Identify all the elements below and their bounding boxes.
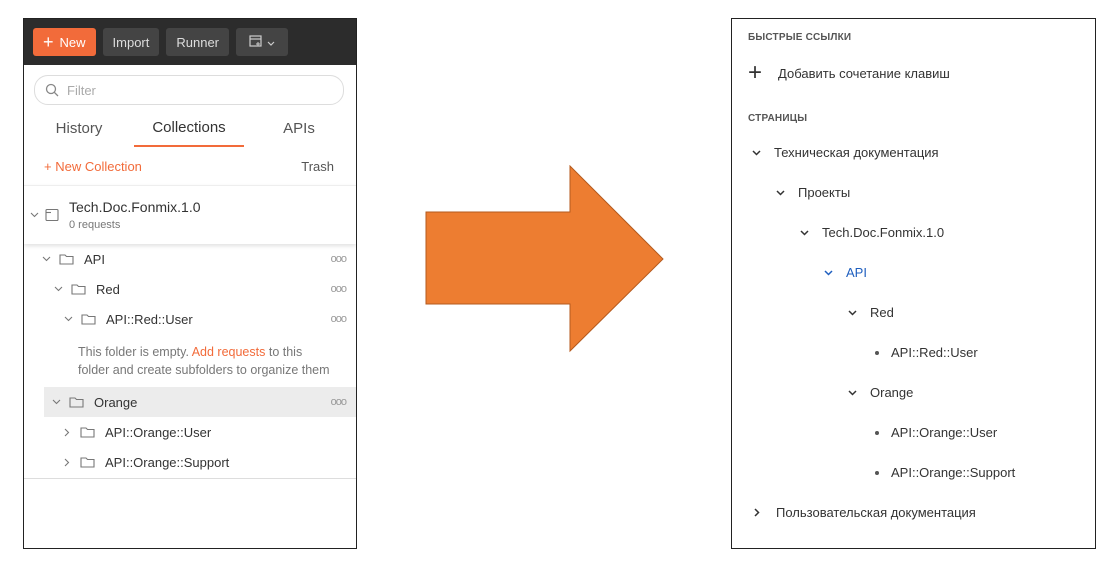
tree-item-orange-support[interactable]: API::Orange::Support [875,465,1015,480]
more-options-icon[interactable]: ooo [331,313,347,325]
folder-icon [80,426,95,438]
folder-row-orange[interactable]: Orange ooo [44,387,356,417]
filter-placeholder: Filter [67,82,96,98]
tree-item-label: API::Orange::User [891,425,998,440]
import-button[interactable]: Import [102,28,160,56]
add-shortcut-button[interactable]: + Добавить сочетание клавиш [748,61,950,85]
chevron-down-icon[interactable] [752,149,768,156]
divider [24,478,356,479]
filter-input[interactable]: Filter [34,75,344,105]
tree-item-label: Техническая документация [774,145,939,160]
collection-request-count: 0 requests [69,219,121,231]
folder-label: Orange [94,394,138,410]
tab-collections[interactable]: Collections [134,109,244,147]
folder-icon [59,253,74,265]
chevron-down-icon[interactable] [52,399,61,405]
section-heading-shortcuts: БЫСТРЫЕ ССЫЛКИ [748,32,852,43]
add-requests-link[interactable]: Add requests [192,345,266,359]
more-options-icon[interactable]: ooo [331,283,347,295]
tree-item-label: Пользовательская документация [776,505,976,520]
new-window-icon [249,34,263,51]
folder-icon [71,283,86,295]
tree-item-red-user[interactable]: API::Red::User [875,345,978,360]
confluence-sidebar: БЫСТРЫЕ ССЫЛКИ + Добавить сочетание клав… [731,18,1096,549]
plus-icon: + [43,32,54,52]
folder-icon [69,396,84,408]
tree-item-orange[interactable]: Orange [848,385,913,400]
chevron-right-icon[interactable] [64,458,70,467]
more-options-icon[interactable]: ooo [331,253,347,265]
tree-item-projects[interactable]: Проекты [776,185,850,200]
folder-label: API [84,251,105,267]
new-collection-button[interactable]: + New Collection [44,159,142,174]
bullet-icon [875,470,879,475]
chevron-down-icon [267,35,275,50]
postman-sidebar: + New Import Runner Filter History Colle… [23,18,357,549]
runner-button[interactable]: Runner [166,28,230,56]
chevron-right-icon[interactable] [752,508,770,517]
tree-item-user-docs[interactable]: Пользовательская документация [752,505,976,520]
chevron-down-icon[interactable] [776,189,792,196]
plus-icon: + [748,59,763,86]
search-icon [45,83,59,97]
folder-icon [81,313,96,325]
tab-bar: History Collections APIs [24,109,356,147]
chevron-down-icon[interactable] [42,256,51,262]
folder-label: API::Red::User [106,311,193,327]
tree-item-tech-docs[interactable]: Техническая документация [752,145,939,160]
more-options-icon[interactable]: ooo [331,396,347,408]
chevron-down-icon[interactable] [30,212,39,218]
tree-item-label: Orange [870,385,914,400]
folder-label: API::Orange::Support [105,454,230,470]
tree-item-label: Проекты [798,185,851,200]
empty-folder-message: This folder is empty. Add requests to th… [24,334,356,387]
bullet-icon [875,430,879,435]
tree-item-label: Red [870,305,894,320]
empty-text: This folder is empty. [78,345,192,359]
tree-item-tech-doc-fonmix[interactable]: Tech.Doc.Fonmix.1.0 [800,225,944,240]
tree-item-api[interactable]: API [824,265,867,280]
chevron-down-icon[interactable] [54,286,63,292]
new-button[interactable]: + New [33,28,96,56]
tab-history[interactable]: History [24,109,134,147]
folder-row-orange-support[interactable]: API::Orange::Support [24,447,356,477]
tree-item-label: Tech.Doc.Fonmix.1.0 [822,225,945,240]
collection-item[interactable]: Tech.Doc.Fonmix.1.0 0 requests [24,185,356,244]
tab-apis[interactable]: APIs [244,109,354,147]
collection-title: Tech.Doc.Fonmix.1.0 [69,199,201,215]
folder-row-red[interactable]: Red ooo [24,274,356,304]
folder-label: Red [96,281,120,297]
new-button-label: New [59,34,86,50]
chevron-down-icon[interactable] [848,309,864,316]
empty-text: to this [265,345,303,359]
folder-icon [80,456,95,468]
chevron-down-icon[interactable] [800,229,816,236]
folder-label: API::Orange::User [105,424,212,440]
collection-actions: + New Collection Trash [24,147,356,185]
tree-item-orange-user[interactable]: API::Orange::User [875,425,997,440]
add-shortcut-label: Добавить сочетание клавиш [778,65,950,81]
chevron-down-icon[interactable] [824,269,840,276]
folder-row-orange-user[interactable]: API::Orange::User [24,417,356,447]
tree-item-label: API::Red::User [891,345,978,360]
arrow-right-icon [425,165,664,353]
tree-item-label: API::Orange::Support [891,465,1016,480]
section-heading-pages: СТРАНИЦЫ [748,113,808,124]
chevron-right-icon[interactable] [64,428,70,437]
toolbar: + New Import Runner [24,19,356,65]
new-window-button[interactable] [236,28,289,56]
folder-row-red-user[interactable]: API::Red::User ooo [24,304,356,334]
tree-item-red[interactable]: Red [848,305,894,320]
empty-text: folder and create subfolders to organize… [78,363,330,377]
trash-button[interactable]: Trash [301,159,334,174]
bullet-icon [875,350,879,355]
tree-item-label: API [846,265,867,280]
folder-row-api[interactable]: API ooo [24,244,356,274]
chevron-down-icon[interactable] [64,316,73,322]
collection-icon [45,208,59,222]
chevron-down-icon[interactable] [848,389,864,396]
